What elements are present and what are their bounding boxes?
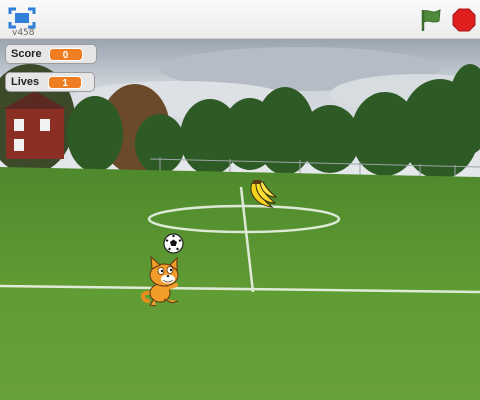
player-toolbar: v458 — [0, 0, 480, 39]
score-value: 0 — [48, 47, 83, 61]
lives-value: 1 — [48, 75, 83, 89]
scratch-player: v458 Score 0 Lives 1 — [0, 0, 480, 400]
soccer-ball-sprite[interactable] — [163, 233, 184, 254]
score-monitor[interactable]: Score 0 — [5, 44, 97, 64]
fullscreen-icon[interactable] — [8, 7, 36, 29]
soccer-field-backdrop — [0, 39, 480, 400]
stage[interactable] — [0, 39, 480, 400]
green-flag-icon[interactable] — [418, 7, 444, 33]
lives-label: Lives — [11, 76, 40, 88]
version-label: v458 — [12, 28, 35, 38]
cat-sprite[interactable] — [140, 255, 186, 309]
stop-sign-icon[interactable] — [451, 7, 477, 33]
score-label: Score — [11, 48, 42, 60]
banana-sprite[interactable] — [246, 179, 278, 211]
lives-monitor[interactable]: Lives 1 — [5, 72, 95, 92]
